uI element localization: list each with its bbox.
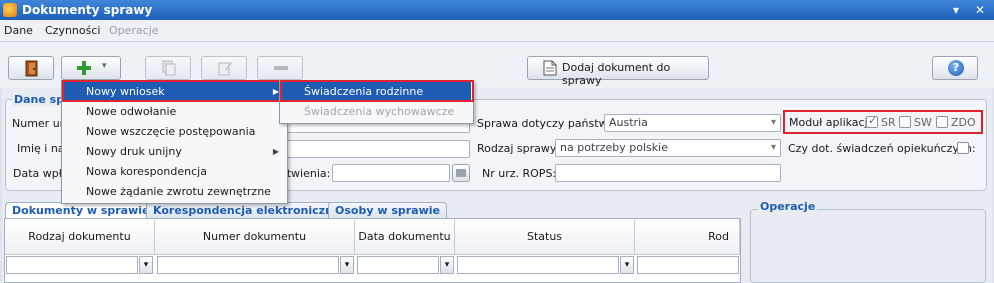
- menu-dane[interactable]: Dane: [4, 24, 33, 37]
- module-sr-checkbox[interactable]: [866, 114, 878, 128]
- name-field[interactable]: [282, 140, 470, 158]
- menu-item-label: Nowy druk unijny: [86, 145, 182, 158]
- label-rops: Nr urz. ROPS:: [482, 167, 557, 180]
- document-icon: [543, 60, 557, 76]
- calendar-icon: [456, 169, 466, 177]
- menu-item-new-appeal[interactable]: Nowe odwołanie: [64, 102, 285, 122]
- filter-date-dropdown[interactable]: ▾: [440, 256, 454, 274]
- app-icon: [3, 3, 17, 17]
- add-document-button[interactable]: Dodaj dokument do sprawy: [527, 56, 709, 87]
- remove-button[interactable]: [257, 56, 303, 80]
- copy-icon: [162, 60, 176, 76]
- copy-button[interactable]: [145, 56, 191, 80]
- country-select[interactable]: Austria: [604, 114, 781, 132]
- title-bar: Dokumenty sprawy ▾ ✕: [0, 0, 994, 20]
- menubar: Dane Czynności Operacje: [0, 20, 994, 42]
- filter-status-input[interactable]: [457, 256, 619, 274]
- door-icon: [25, 60, 38, 77]
- plus-icon: [77, 61, 91, 75]
- minus-icon: [274, 66, 288, 70]
- chevron-down-icon: ▾: [102, 61, 107, 71]
- column-header-status[interactable]: Status: [455, 219, 635, 255]
- module-sw-checkbox[interactable]: [899, 116, 911, 128]
- menu-operacje[interactable]: Operacje: [109, 24, 159, 37]
- module-sr-label: SR: [881, 116, 896, 129]
- add-document-label: Dodaj dokument do sprawy: [562, 61, 671, 87]
- minimize-icon[interactable]: ▾: [948, 2, 964, 18]
- menu-item-new-correspondence[interactable]: Nowa korespondencja: [64, 162, 285, 182]
- filter-kind-input[interactable]: [637, 256, 739, 274]
- filter-number-dropdown[interactable]: ▾: [340, 256, 354, 274]
- module-sw-label: SW: [914, 116, 932, 129]
- column-header-kind[interactable]: Rod: [635, 219, 740, 255]
- filter-number-input[interactable]: [157, 256, 339, 274]
- rops-number-field[interactable]: [555, 164, 781, 182]
- case-kind-select[interactable]: na potrzeby polskie: [555, 139, 781, 157]
- menu-item-upbringing-benefits[interactable]: Świadczenia wychowawcze: [282, 102, 471, 122]
- window-title: Dokumenty sprawy: [22, 3, 153, 17]
- module-zdo-checkbox[interactable]: [936, 116, 948, 128]
- operations-panel: [750, 209, 986, 283]
- module-zdo-label: ZDO: [951, 116, 976, 129]
- menu-item-new-refund-request[interactable]: Nowe żądanie zwrotu zewnętrzne: [64, 182, 285, 202]
- label-kind: Rodzaj sprawy:: [477, 142, 560, 155]
- care-checkbox[interactable]: [957, 142, 969, 154]
- label-country: Sprawa dotyczy państwa:: [477, 117, 619, 130]
- menu-czynnosci[interactable]: Czynności: [45, 24, 100, 37]
- calendar-button[interactable]: [452, 164, 470, 182]
- edit-icon: [218, 62, 232, 76]
- submenu-arrow-icon: ▶: [272, 147, 279, 156]
- operations-title: Operacje: [758, 200, 818, 213]
- column-header-number[interactable]: Numer dokumentu: [155, 219, 355, 255]
- tab-persons[interactable]: Osoby w sprawie: [328, 202, 447, 219]
- tab-correspondence[interactable]: Korespondencja elektroniczna: [146, 202, 348, 219]
- filter-date-input[interactable]: [357, 256, 439, 274]
- family-benefits-highlight: [280, 80, 474, 102]
- filter-status-dropdown[interactable]: ▾: [620, 256, 634, 274]
- menu-item-new-eu-form[interactable]: Nowy druk unijny ▶: [64, 142, 285, 162]
- label-module: Moduł aplikacji:: [789, 116, 875, 129]
- exit-button[interactable]: [8, 56, 54, 80]
- label-care: Czy dot. świadczeń opiekuńczych:: [788, 142, 976, 155]
- menu-item-new-proceeding[interactable]: Nowe wszczęcie postępowania: [64, 122, 285, 142]
- close-icon[interactable]: ✕: [972, 2, 988, 18]
- filter-type-input[interactable]: [6, 256, 138, 274]
- column-header-type[interactable]: Rodzaj dokumentu: [5, 219, 155, 255]
- new-application-highlight: [62, 80, 282, 102]
- column-header-date[interactable]: Data dokumentu: [355, 219, 455, 255]
- add-button[interactable]: ▾: [61, 56, 121, 80]
- help-button[interactable]: ?: [932, 56, 978, 80]
- settlement-date-field[interactable]: [332, 164, 450, 182]
- filter-type-dropdown[interactable]: ▾: [139, 256, 153, 274]
- edit-button[interactable]: [201, 56, 247, 80]
- help-icon: ?: [948, 60, 964, 76]
